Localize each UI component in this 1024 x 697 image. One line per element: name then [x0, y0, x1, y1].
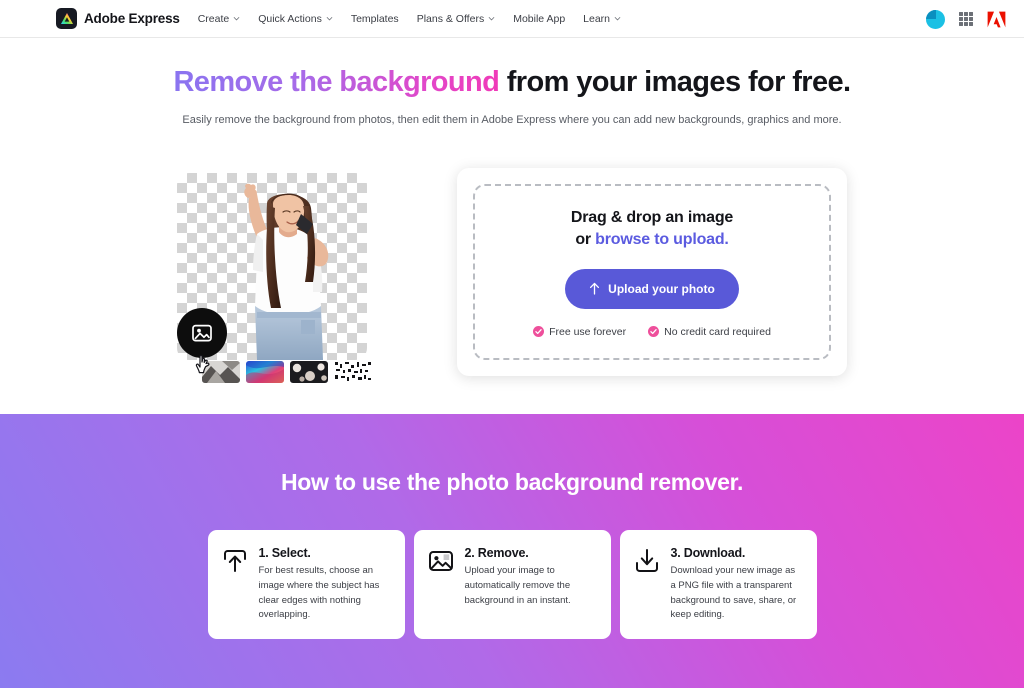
upload-arrow-icon — [590, 283, 600, 296]
nav-left-group: Adobe Express Create Quick Actions Templ… — [0, 8, 621, 29]
drop-instructions: Drag & drop an image or browse to upload… — [571, 207, 733, 252]
step-card-download: 3. Download. Download your new image as … — [619, 530, 817, 640]
browse-to-upload-link[interactable]: browse to upload. — [595, 231, 729, 248]
upload-button-label: Upload your photo — [608, 281, 715, 296]
nav-item-learn[interactable]: Learn — [583, 13, 621, 25]
background-thumbnail[interactable] — [290, 361, 328, 384]
step-text: 3. Download. Download your new image as … — [671, 546, 803, 623]
nav-item-label: Plans & Offers — [416, 12, 485, 25]
check-circle-icon — [533, 326, 545, 338]
step-description: Upload your image to automatically remov… — [464, 565, 571, 606]
user-avatar[interactable] — [926, 9, 945, 29]
nav-item-templates[interactable]: Templates — [351, 13, 399, 25]
step-description: Download your new image as a PNG file wi… — [670, 565, 797, 621]
image-icon — [192, 325, 212, 342]
adobe-express-logo-icon — [56, 8, 77, 29]
upload-card: Drag & drop an image or browse to upload… — [457, 168, 847, 377]
nav-item-plans-offers[interactable]: Plans & Offers — [417, 13, 496, 25]
drop-line-2-prefix: or — [575, 231, 596, 249]
check-circle-icon — [648, 326, 660, 338]
headline-gradient-part: Remove the background — [173, 66, 500, 98]
chevron-down-icon — [326, 16, 333, 21]
brand-logo[interactable]: Adobe Express — [56, 8, 180, 29]
perks-list: Free use forever No credit card required — [533, 326, 771, 338]
upload-box-icon — [223, 550, 246, 573]
step-card-select: 1. Select. For best results, choose an i… — [207, 530, 405, 640]
background-thumbnail-list — [202, 361, 372, 384]
perk-label: Free use forever — [549, 325, 627, 338]
nav-item-quick-actions[interactable]: Quick Actions — [258, 13, 333, 25]
nav-item-label: Quick Actions — [258, 12, 322, 25]
image-icon — [428, 551, 453, 572]
hero-body: Drag & drop an image or browse to upload… — [0, 168, 1024, 384]
chevron-down-icon — [233, 16, 240, 21]
nav-item-create[interactable]: Create — [198, 13, 241, 25]
hero-section: Remove the background from your images f… — [0, 38, 1024, 384]
upload-your-photo-button[interactable]: Upload your photo — [565, 268, 739, 309]
top-navigation-bar: Adobe Express Create Quick Actions Templ… — [0, 0, 1024, 38]
how-to-title: How to use the photo background remover. — [280, 469, 744, 496]
how-to-section: How to use the photo background remover.… — [0, 414, 1024, 689]
perk-item: Free use forever — [533, 326, 626, 338]
image-preview-button[interactable] — [177, 308, 227, 359]
step-title: 3. Download. — [670, 546, 746, 561]
apps-grid-icon[interactable] — [959, 12, 973, 26]
nav-item-mobile-app[interactable]: Mobile App — [513, 13, 565, 25]
background-thumbnail[interactable] — [334, 361, 372, 384]
page-title: Remove the background from your images f… — [0, 64, 1024, 100]
nav-item-label: Learn — [583, 12, 611, 25]
download-icon — [635, 549, 658, 573]
nav-links: Create Quick Actions Templates Plans & O… — [198, 13, 621, 25]
drop-line-1: Drag & drop an image — [570, 208, 734, 226]
nav-item-label: Mobile App — [513, 12, 566, 25]
perk-label: No credit card required — [664, 325, 771, 338]
nav-item-label: Create — [197, 12, 230, 25]
page-subtitle: Easily remove the background from photos… — [182, 114, 842, 127]
step-description: For best results, choose an image where … — [258, 565, 380, 621]
step-title: 1. Select. — [258, 546, 311, 561]
hand-cursor-icon — [195, 355, 210, 374]
step-title: 2. Remove. — [464, 546, 529, 561]
nav-item-label: Templates — [350, 12, 399, 25]
nav-right-group — [926, 0, 1006, 38]
step-text: 1. Select. For best results, choose an i… — [259, 546, 391, 623]
chevron-down-icon — [614, 16, 621, 21]
headline-rest-part: from your images for free. — [499, 66, 851, 98]
step-text: 2. Remove. Upload your image to automati… — [465, 546, 597, 608]
adobe-logo-icon[interactable] — [987, 11, 1006, 28]
perk-item: No credit card required — [648, 326, 771, 338]
chevron-down-icon — [488, 16, 495, 21]
background-thumbnail[interactable] — [246, 361, 284, 384]
preview-illustration — [177, 168, 377, 384]
drag-drop-zone[interactable]: Drag & drop an image or browse to upload… — [473, 184, 831, 361]
step-card-remove: 2. Remove. Upload your image to automati… — [413, 530, 611, 640]
brand-name: Adobe Express — [84, 11, 180, 26]
steps-list: 1. Select. For best results, choose an i… — [0, 530, 1024, 640]
